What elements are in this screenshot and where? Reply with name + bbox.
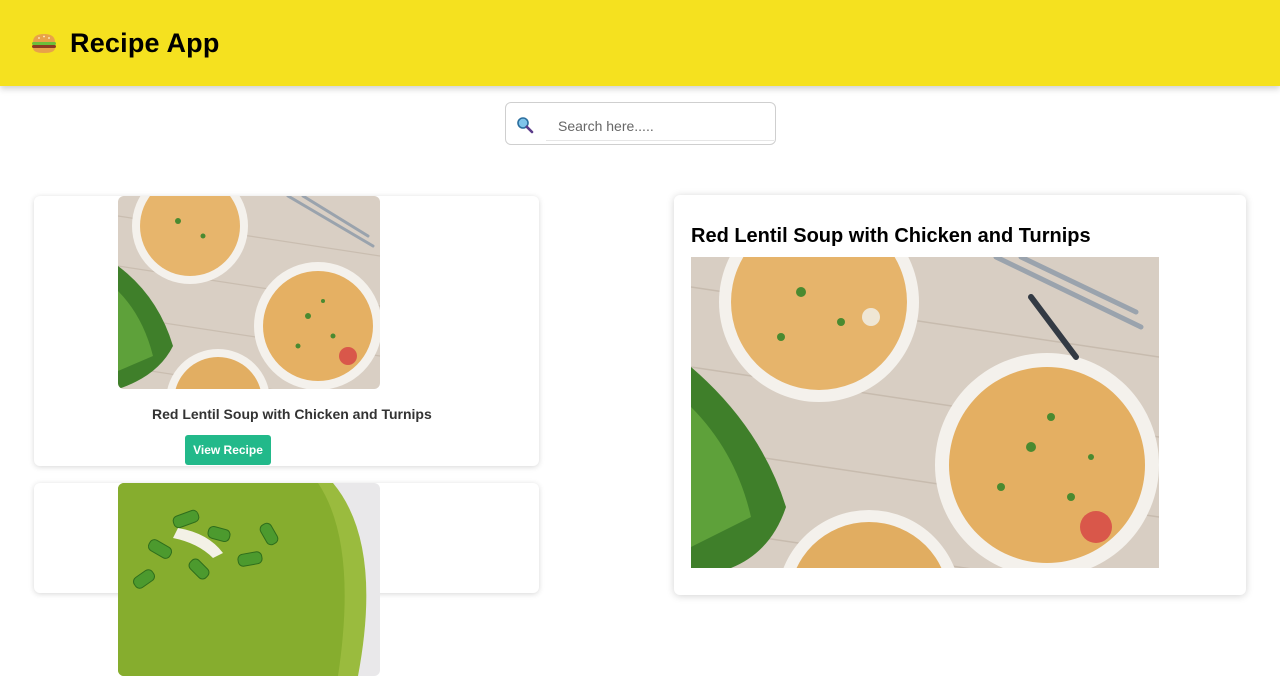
burger-icon (30, 31, 58, 55)
recipe-card: Red Lentil Soup with Chicken and Turnips… (34, 196, 539, 466)
recipe-detail-panel: Red Lentil Soup with Chicken and Turnips (674, 195, 1246, 595)
recipe-title: Red Lentil Soup with Chicken and Turnips (152, 406, 432, 422)
search-icon (516, 116, 534, 134)
recipe-card (34, 483, 539, 676)
app-title: Recipe App (70, 27, 220, 58)
search-input[interactable] (546, 111, 774, 141)
recipe-image[interactable] (118, 483, 380, 676)
recipe-image[interactable] (118, 196, 380, 389)
app-header: Recipe App (0, 0, 1280, 86)
detail-title: Red Lentil Soup with Chicken and Turnips (691, 225, 1091, 247)
view-recipe-button[interactable]: View Recipe (185, 435, 271, 465)
detail-image (691, 257, 1159, 568)
search-bar (505, 102, 776, 145)
